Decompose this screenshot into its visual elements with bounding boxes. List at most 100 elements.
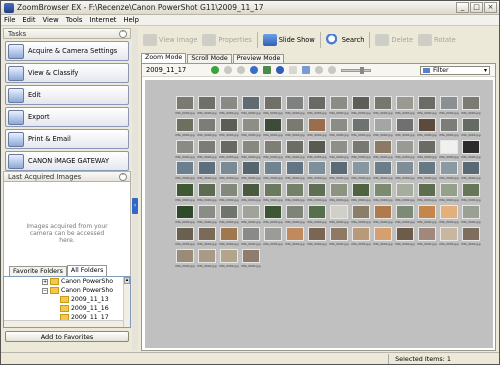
expand-icon[interactable]: −	[42, 287, 48, 294]
thumbnail-item[interactable]: IMG_0000.jpg	[174, 226, 196, 249]
thumbnail-image[interactable]	[462, 117, 480, 132]
zoom-slider[interactable]	[341, 66, 371, 74]
thumbnail-image[interactable]	[242, 226, 260, 241]
thumbnail-image[interactable]	[308, 204, 326, 219]
thumbnail-item[interactable]: IMG_0000.jpg	[372, 139, 394, 162]
thumbnail-item[interactable]: IMG_0000.jpg	[262, 183, 284, 205]
thumbnail-image[interactable]	[308, 161, 326, 176]
thumbnail-image[interactable]	[462, 226, 480, 241]
thumbnail-image[interactable]	[286, 183, 304, 198]
thumbnail-item[interactable]: IMG_0000.jpg	[284, 161, 306, 183]
thumbnail-item[interactable]: IMG_0000.jpg	[174, 139, 196, 162]
thumbnail-item[interactable]: IMG_0000.jpg	[438, 139, 460, 162]
thumbnail-item[interactable]: IMG_0000.jpg	[306, 226, 328, 249]
thumbnail-image[interactable]	[198, 96, 216, 110]
thumbnail-image[interactable]	[374, 204, 392, 219]
thumbnail-image[interactable]	[264, 139, 282, 154]
thumbnail-image[interactable]	[352, 139, 370, 154]
thumbnail-item[interactable]: IMG_0000.jpg	[372, 117, 394, 140]
menu-tools[interactable]: Tools	[66, 16, 83, 24]
thumbnail-image[interactable]	[462, 139, 480, 154]
folder-row[interactable]: 2009_11_13	[4, 295, 130, 304]
thumbnail-image[interactable]	[286, 139, 304, 154]
thumbnail-image[interactable]	[220, 117, 238, 132]
thumbnail-image[interactable]	[330, 204, 348, 219]
thumbnail-item[interactable]: IMG_0000.jpg	[262, 161, 284, 183]
tab-scroll-mode[interactable]: Scroll Mode	[187, 54, 232, 63]
thumbnail-image[interactable]	[308, 117, 326, 132]
thumbnail-image[interactable]	[330, 96, 348, 110]
thumbnail-image[interactable]	[440, 183, 458, 198]
tab-preview-mode[interactable]: Preview Mode	[232, 54, 285, 63]
thumbnail-item[interactable]: IMG_0000.jpg	[460, 117, 482, 140]
thumbnail-image[interactable]	[352, 117, 370, 132]
thumbnail-image[interactable]	[176, 161, 194, 176]
close-button[interactable]: ×	[484, 2, 497, 13]
task-edit-button[interactable]: Edit	[5, 85, 129, 105]
thumbnail-image[interactable]	[418, 117, 436, 132]
minimize-button[interactable]: _	[456, 2, 469, 13]
thumbnail-image[interactable]	[176, 139, 194, 154]
thumbnail-item[interactable]: IMG_0000.jpg	[350, 139, 372, 162]
thumbnail-image[interactable]	[418, 183, 436, 198]
thumbnail-image[interactable]	[198, 117, 216, 132]
thumbnail-item[interactable]: IMG_0000.jpg	[416, 226, 438, 249]
thumbnail-image[interactable]	[220, 226, 238, 241]
thumbnail-item[interactable]: IMG_0000.jpg	[306, 183, 328, 205]
thumbnail-item[interactable]: IMG_0000.jpg	[240, 96, 262, 118]
thumbnail-item[interactable]: IMG_0000.jpg	[174, 117, 196, 140]
thumbnail-item[interactable]: IMG_0000.jpg	[284, 96, 306, 118]
thumbnail-item[interactable]: IMG_0000.jpg	[174, 204, 196, 227]
thumbnail-item[interactable]: IMG_0000.jpg	[394, 117, 416, 140]
thumbnail-image[interactable]	[396, 96, 414, 110]
thumbnail-image[interactable]	[176, 204, 194, 219]
thumbnail-item[interactable]: IMG_0000.jpg	[262, 96, 284, 118]
thumbnail-item[interactable]: IMG_0000.jpg	[394, 183, 416, 205]
thumbnail-image[interactable]	[374, 117, 392, 132]
thumbnail-item[interactable]: IMG_0000.jpg	[218, 248, 240, 271]
thumbnail-image[interactable]	[418, 96, 436, 110]
thumbnail-item[interactable]: IMG_0000.jpg	[218, 161, 240, 183]
thumbnail-item[interactable]: IMG_0000.jpg	[416, 183, 438, 205]
thumbnail-item[interactable]: IMG_0000.jpg	[196, 226, 218, 249]
up-folder-icon[interactable]	[250, 66, 258, 74]
maximize-button[interactable]: □	[470, 2, 483, 13]
thumbnail-image[interactable]	[440, 96, 458, 110]
thumbnail-item[interactable]: IMG_0000.jpg	[284, 183, 306, 205]
thumbnail-item[interactable]: IMG_0000.jpg	[438, 161, 460, 183]
thumbnail-image[interactable]	[308, 96, 326, 110]
task-export-button[interactable]: Export	[5, 107, 129, 127]
thumbnail-image[interactable]	[264, 161, 282, 176]
zoom-slider-thumb[interactable]	[360, 66, 364, 74]
thumbnail-item[interactable]: IMG_0000.jpg	[416, 117, 438, 140]
thumbnail-item[interactable]: IMG_0000.jpg	[284, 117, 306, 140]
thumbnail-image[interactable]	[198, 139, 216, 154]
thumbnail-image[interactable]	[220, 183, 238, 198]
thumbnail-item[interactable]: IMG_0000.jpg	[306, 139, 328, 162]
delete-button[interactable]: Delete	[375, 34, 413, 46]
thumbnail-image[interactable]	[308, 226, 326, 241]
thumbnail-image[interactable]	[330, 226, 348, 241]
folder-row[interactable]: − Canon PowerSho	[4, 286, 130, 295]
info-icon[interactable]	[276, 66, 284, 74]
thumbnail-item[interactable]: IMG_0000.jpg	[218, 117, 240, 140]
thumbnail-image[interactable]	[198, 204, 216, 219]
thumbnail-item[interactable]: IMG_0000.jpg	[394, 161, 416, 183]
thumbnail-image[interactable]	[440, 161, 458, 176]
collapse-left-icon[interactable]: ‹	[132, 198, 138, 214]
thumbnail-item[interactable]: IMG_0000.jpg	[218, 204, 240, 227]
thumbnail-image[interactable]	[352, 183, 370, 198]
thumbnail-item[interactable]: IMG_0000.jpg	[262, 117, 284, 140]
add-to-favorites-button[interactable]: Add to Favorites	[5, 331, 129, 342]
thumbnail-item[interactable]: IMG_0000.jpg	[196, 96, 218, 118]
thumbnail-image[interactable]	[440, 204, 458, 219]
thumbnail-item[interactable]: IMG_0000.jpg	[262, 204, 284, 227]
thumbnail-image[interactable]	[220, 161, 238, 176]
menu-help[interactable]: Help	[123, 16, 139, 24]
thumbnail-image[interactable]	[352, 161, 370, 176]
thumbnail-image[interactable]	[198, 161, 216, 176]
thumbnail-image[interactable]	[440, 139, 458, 154]
thumbnail-image[interactable]	[396, 161, 414, 176]
thumbnail-item[interactable]: IMG_0000.jpg	[394, 96, 416, 118]
thumbnail-item[interactable]: IMG_0000.jpg	[284, 139, 306, 162]
